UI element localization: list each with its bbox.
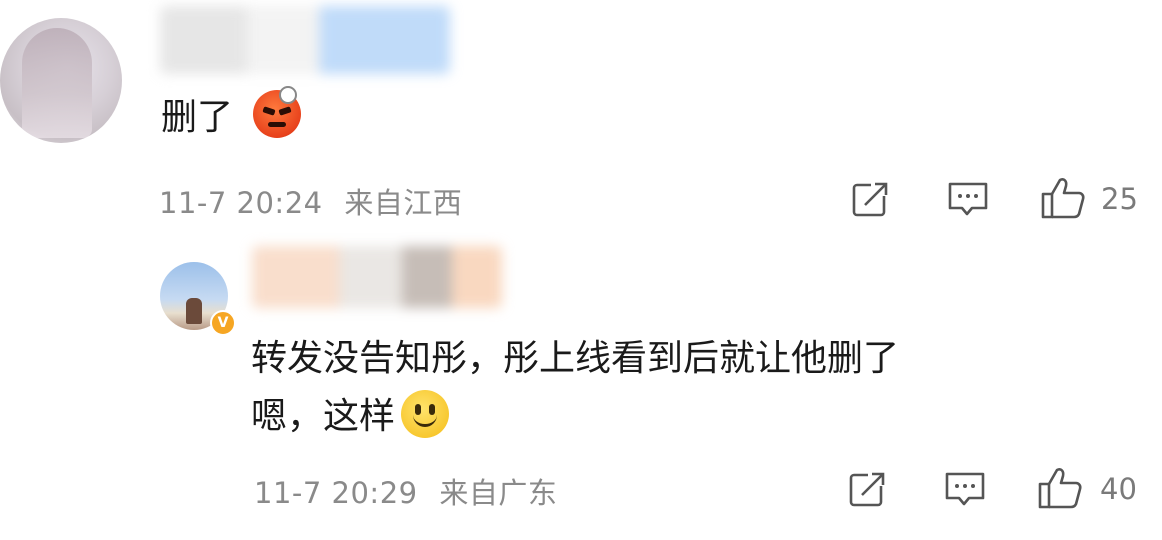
reply-text-line-2: 嗯，这样 [251,396,396,437]
reply-text: 转发没告知彤，彤上线看到后就让他删了 嗯，这样 [251,330,1071,446]
smiling-face-emoji [401,390,450,438]
avatar-figure [22,28,92,138]
reply-meta: 11-7 20:29 来自广东 [254,470,557,512]
reply-username-blurred[interactable] [252,246,502,308]
emoji-mouth [268,122,286,127]
comment-meta: 11-7 20:24 来自江西 [159,180,462,222]
angry-face-emoji [253,86,301,138]
username-blurred[interactable] [160,6,450,74]
like-icon[interactable] [1040,176,1086,220]
emoji-eye [278,106,292,116]
verified-badge-icon: V [210,310,236,336]
emoji-mouth [413,412,438,427]
like-count: 40 [1100,472,1137,506]
share-icon[interactable] [848,470,888,508]
timestamp: 11-7 20:29 [254,476,418,510]
like-count: 25 [1101,182,1138,216]
comment-text-content: 删了 [161,97,234,138]
emoji-eye [262,106,276,116]
reply-text-line-2-wrap: 嗯，这样 [251,388,1071,446]
reply-text-line-1: 转发没告知彤，彤上线看到后就让他删了 [251,338,900,379]
timestamp: 11-7 20:24 [159,186,323,220]
comment-text: 删了 [161,96,233,140]
location: 来自江西 [344,186,463,220]
steam-puff [279,86,297,104]
avatar-figure [186,298,202,324]
location: 来自广东 [439,476,558,510]
avatar[interactable] [0,18,122,143]
like-icon[interactable] [1037,466,1083,510]
comment-icon[interactable] [946,180,990,220]
share-icon[interactable] [851,180,891,218]
comment-icon[interactable] [943,470,987,510]
